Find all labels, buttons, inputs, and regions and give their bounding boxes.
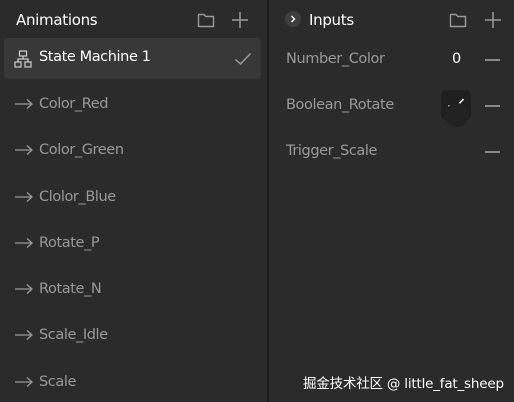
input-row-trigger-scale: Trigger_Scale — [269, 130, 514, 176]
plus-icon[interactable] — [484, 11, 502, 29]
animation-item-scale-idle[interactable]: Scale_Idle — [4, 315, 261, 361]
collapse-button[interactable] — [285, 11, 301, 27]
animation-item-label: Scale_Idle — [39, 327, 108, 344]
input-row-number-color: Number_Color 0 — [269, 38, 514, 84]
input-label: Trigger_Scale — [286, 143, 378, 159]
animation-item-rotate-p[interactable]: Rotate_P — [4, 223, 261, 269]
trigger-button[interactable] — [445, 103, 469, 127]
minus-icon[interactable] — [485, 105, 500, 107]
animation-item-label: Scale — [39, 373, 77, 390]
animation-item-label: Rotate_P — [39, 234, 100, 251]
check-icon — [234, 52, 252, 66]
inputs-panel: Inputs Number_Color 0 Boolean_Rotate Tri… — [269, 0, 514, 402]
minus-icon[interactable] — [485, 151, 500, 153]
animation-item-color-green[interactable]: Color_Green — [4, 130, 261, 176]
input-row-boolean-rotate: Boolean_Rotate — [269, 84, 514, 130]
animations-panel: Animations State Machine 1 Color_Red Col… — [0, 0, 267, 402]
animation-item-scale[interactable]: Scale — [4, 362, 261, 402]
animation-item-rotate-n[interactable]: Rotate_N — [4, 269, 261, 315]
chevron-right-icon — [291, 15, 296, 23]
arrow-right-icon — [15, 376, 33, 387]
animation-item-label: State Machine 1 — [39, 49, 151, 65]
animation-item-clolor-blue[interactable]: Clolor_Blue — [4, 177, 261, 223]
animation-list: State Machine 1 Color_Red Color_Green Cl… — [0, 38, 267, 402]
arrow-right-icon — [15, 284, 33, 295]
animation-item-label: Rotate_N — [39, 281, 102, 298]
arrow-right-icon — [15, 330, 33, 341]
arrow-right-icon — [15, 237, 33, 248]
inputs-header: Inputs — [269, 0, 514, 38]
minus-icon[interactable] — [485, 59, 500, 61]
animation-item-label: Clolor_Blue — [39, 188, 116, 205]
folder-icon[interactable] — [197, 12, 215, 28]
arrow-right-icon — [15, 191, 33, 202]
animation-item-state-machine-1[interactable]: State Machine 1 — [4, 38, 261, 79]
number-input-value[interactable]: 0 — [452, 51, 461, 67]
inputs-title: Inputs — [309, 11, 354, 29]
input-list: Number_Color 0 Boolean_Rotate Trigger_Sc… — [269, 38, 514, 176]
animation-item-color-red[interactable]: Color_Red — [4, 84, 261, 130]
arrow-right-icon — [15, 145, 33, 156]
watermark: 掘金技术社区 @ little_fat_sheep — [303, 376, 504, 392]
plus-icon[interactable] — [231, 11, 249, 29]
arrow-right-icon — [15, 99, 33, 109]
animations-title: Animations — [16, 11, 98, 29]
input-label: Number_Color — [286, 51, 385, 67]
animation-item-label: Color_Green — [39, 142, 124, 159]
animation-item-label: Color_Red — [39, 96, 109, 112]
folder-icon[interactable] — [449, 12, 467, 28]
state-machine-icon — [14, 50, 32, 68]
input-label: Boolean_Rotate — [286, 97, 394, 113]
animations-header: Animations — [0, 0, 267, 38]
